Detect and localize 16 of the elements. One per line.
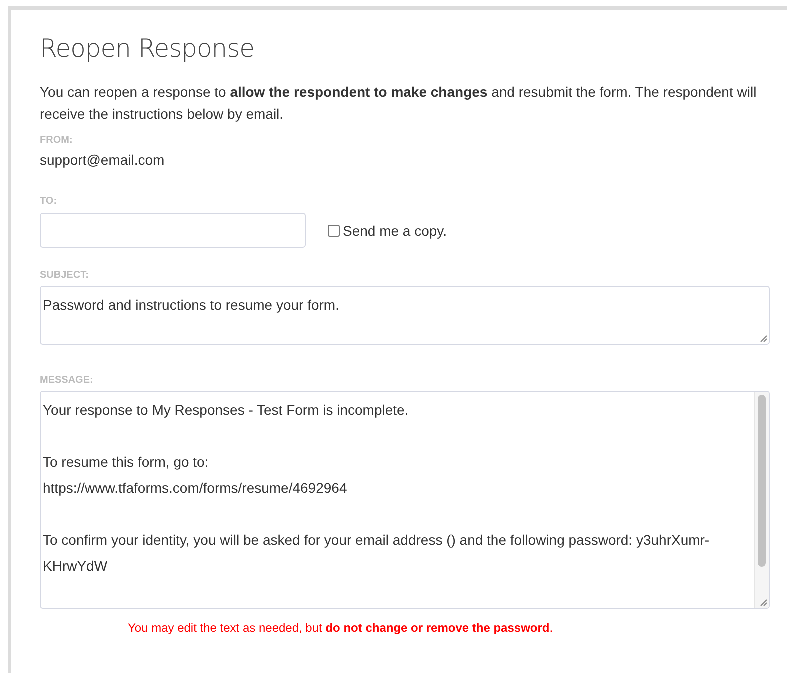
warning-text: You may edit the text as needed, but do not change or remove the password.	[128, 621, 554, 635]
subject-field[interactable]: Password and instructions to resume your form.	[40, 286, 770, 345]
field-label: TO:	[40, 196, 58, 207]
field-label: SUBJECT:	[40, 270, 90, 281]
resize-handle-icon[interactable]	[759, 334, 768, 343]
copy-checkbox[interactable]	[328, 224, 340, 236]
intro-text: You can reopen a response to allow the respondent to make changes and resubmit the form. The respondent will receive the instructions below by email.	[40, 83, 758, 124]
checkbox-label: Send me a copy.	[343, 222, 448, 238]
resize-handle-icon[interactable]	[759, 598, 768, 607]
message-field[interactable]: Your response to My Responses - Test Form is incomplete. To resume this form, go to: https://www.tfaforms.com/forms/resume/4692964 To confirm your identity, you will be asked for your email address () and the following password: y3uhrXumr-KHrwYdW	[40, 391, 770, 609]
dialog-title: Reopen Response	[40, 34, 256, 63]
scrollbar[interactable]	[754, 392, 769, 608]
recipient-field[interactable]	[40, 213, 306, 248]
sender-email: support@email.com	[40, 152, 166, 168]
field-label: FROM:	[40, 135, 74, 146]
field-label: MESSAGE:	[40, 375, 94, 386]
